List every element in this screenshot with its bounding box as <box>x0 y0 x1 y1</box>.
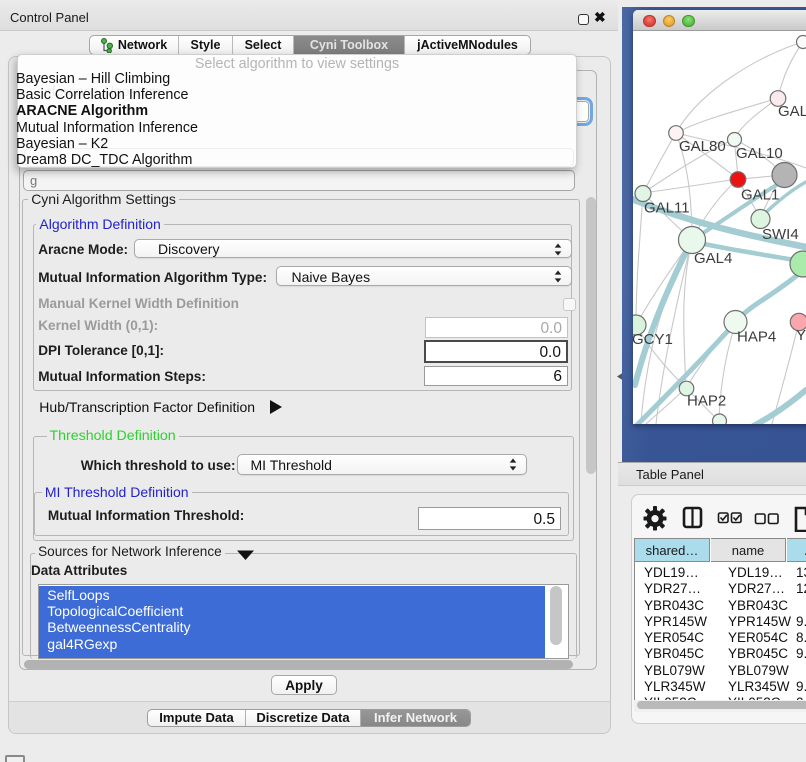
svg-text:GAL1: GAL1 <box>741 187 779 204</box>
svg-text:YJ: YJ <box>796 327 806 344</box>
svg-text:GAL10: GAL10 <box>736 145 783 162</box>
svg-text:GAL11: GAL11 <box>644 200 690 217</box>
svg-text:GCY1: GCY1 <box>633 331 673 348</box>
svg-text:HAP4: HAP4 <box>737 329 776 346</box>
svg-text:GAL80: GAL80 <box>679 138 726 155</box>
svg-text:SWI4: SWI4 <box>762 226 799 243</box>
svg-text:HAP2: HAP2 <box>687 393 726 410</box>
svg-text:GAL4: GAL4 <box>694 250 732 267</box>
svg-text:GAL2: GAL2 <box>778 103 806 120</box>
